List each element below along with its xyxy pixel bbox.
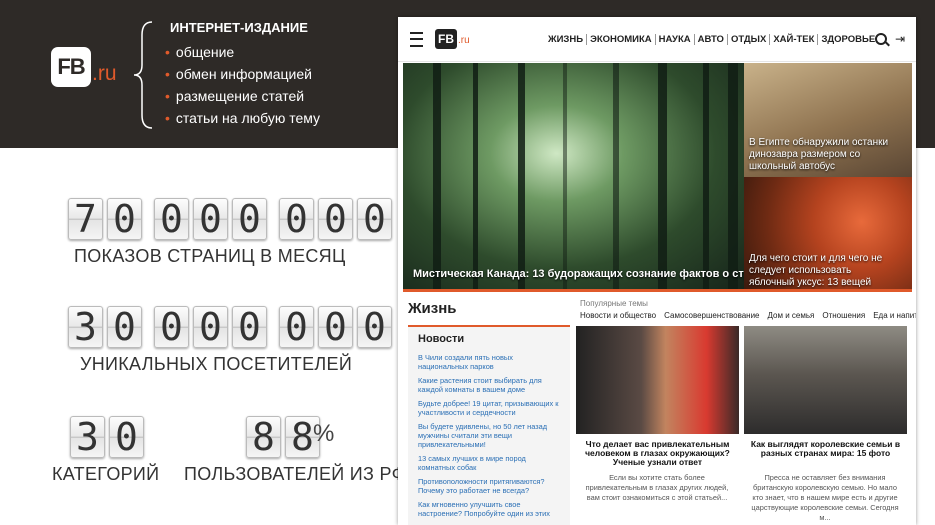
login-icon[interactable]: ⇥ [895,32,905,46]
counter-digit: 3 [68,306,103,348]
pageviews-label: ПОКАЗОВ СТРАНИЦ В МЕСЯЦ [74,246,346,266]
counter-digit: 0 [279,198,314,240]
side-article-vinegar[interactable]: Для чего стоит и для чего не следует исп… [744,177,912,289]
article-title[interactable]: Как выглядят королевские семьи в разных … [744,440,907,458]
section-title: Жизнь [408,300,457,317]
nav-item-science[interactable]: НАУКА [656,34,695,45]
popular-topics-label: Популярные темы [580,299,648,308]
visitors-label: УНИКАЛЬНЫХ ПОСЕТИТЕЛЕЙ [80,354,353,374]
counter-digit: 8 [246,416,281,458]
popular-topics: Новости и общество Самосовершенствование… [580,311,916,320]
news-link[interactable]: Как мгновенно улучшить свое настроение? … [418,500,563,518]
counter-digit: 0 [193,306,228,348]
nav-item-hitech[interactable]: ХАЙ-ТЕК [770,34,819,45]
counter-digit: 0 [232,198,267,240]
visitors-counter: 3 0 0 0 0 0 0 0 [68,306,392,348]
article-image-attractiveness[interactable] [576,326,739,434]
hero-caption[interactable]: Мистическая Канада: 13 будоражащих созна… [413,268,744,280]
counter-digit: 0 [107,306,142,348]
topic-link[interactable]: Дом и семья [768,311,815,320]
hero-article[interactable]: Мистическая Канада: 13 будоражащих созна… [403,63,744,289]
topic-link[interactable]: Еда и напитки [873,311,916,320]
tagline-bullet: • общение [165,44,235,60]
nav-item-health[interactable]: ЗДОРОВЬЕ [818,34,878,45]
topic-link[interactable]: Новости и общество [580,311,656,320]
search-icon[interactable] [875,33,887,45]
article-excerpt: Пресса не оставляет без внимания британс… [751,473,899,522]
counter-digit: 3 [70,416,105,458]
news-link[interactable]: Будьте добрее! 19 цитат, призывающих к у… [418,399,563,417]
news-title: Новости [418,333,465,345]
counter-digit: 0 [232,306,267,348]
counter-digit: 0 [357,306,392,348]
news-link[interactable]: Вы будете удивлены, но 50 лет назад мужч… [418,422,563,449]
news-link[interactable]: Противоположности притягиваются? Почему … [418,477,563,495]
side-caption[interactable]: В Египте обнаружили останки динозавра ра… [749,137,899,173]
news-list: В Чили создали пять новых национальных п… [418,353,563,523]
nav-item-auto[interactable]: АВТО [695,34,728,45]
rf-users-label: ПОЛЬЗОВАТЕЛЕЙ ИЗ РФ [184,464,406,484]
counter-digit: 0 [318,198,353,240]
side-article-dinosaur[interactable]: В Египте обнаружили останки динозавра ра… [744,63,912,177]
counter-digit: 0 [154,198,189,240]
pageviews-counter: 7 0 0 0 0 0 0 0 [68,198,392,240]
counter-digit: 0 [154,306,189,348]
nav-item-travel[interactable]: ОТДЫХ [728,34,771,45]
counter-digit: 0 [357,198,392,240]
topic-link[interactable]: Самосовершенствование [664,311,759,320]
categories-label: КАТЕГОРИЙ [52,464,160,484]
categories-counter: 3 0 [70,416,144,458]
fb-logo: FB [51,47,91,87]
news-link[interactable]: В Чили создали пять новых национальных п… [418,353,563,371]
site-logo-domain[interactable]: .ru [458,35,470,46]
percent-sign: % [313,420,335,447]
counter-digit: 7 [68,198,103,240]
news-link[interactable]: Какие растения стоит выбирать для каждой… [418,376,563,394]
divider [403,289,912,292]
site-logo[interactable]: FB [435,29,457,49]
side-caption[interactable]: Для чего стоит и для чего не следует исп… [749,253,899,289]
article-title[interactable]: Что делает вас привлекательным человеком… [576,440,739,467]
nav-item-economy[interactable]: ЭКОНОМИКА [587,34,656,45]
menu-icon[interactable] [410,32,423,47]
fb-logo-domain: .ru [92,62,117,85]
nav-item-life[interactable]: ЖИЗНЬ [545,34,588,45]
article-excerpt: Если вы хотите стать более привлекательн… [585,473,729,502]
news-box: Новости В Чили создали пять новых национ… [408,325,570,525]
counter-digit: 0 [193,198,228,240]
article-image-royal-families[interactable] [744,326,907,434]
brace-icon [133,21,153,129]
counter-digit: 0 [318,306,353,348]
news-link[interactable]: 13 самых лучших в мире пород комнатных с… [418,454,563,472]
rf-users-counter: 8 8 [246,416,320,458]
counter-digit: 0 [279,306,314,348]
main-nav: ЖИЗНЬ ЭКОНОМИКА НАУКА АВТО ОТДЫХ ХАЙ-ТЕК… [545,34,878,45]
site-header: FB .ru ЖИЗНЬ ЭКОНОМИКА НАУКА АВТО ОТДЫХ … [398,17,916,62]
counter-digit: 0 [107,198,142,240]
website-preview: FB .ru ЖИЗНЬ ЭКОНОМИКА НАУКА АВТО ОТДЫХ … [398,17,916,525]
tagline-title: ИНТЕРНЕТ-ИЗДАНИЕ [170,20,308,35]
tagline-bullet: • обмен информацией [165,66,312,82]
counter-digit: 0 [109,416,144,458]
tagline-bullet: • статьи на любую тему [165,110,321,126]
tagline-bullet: • размещение статей [165,88,305,104]
topic-link[interactable]: Отношения [822,311,865,320]
